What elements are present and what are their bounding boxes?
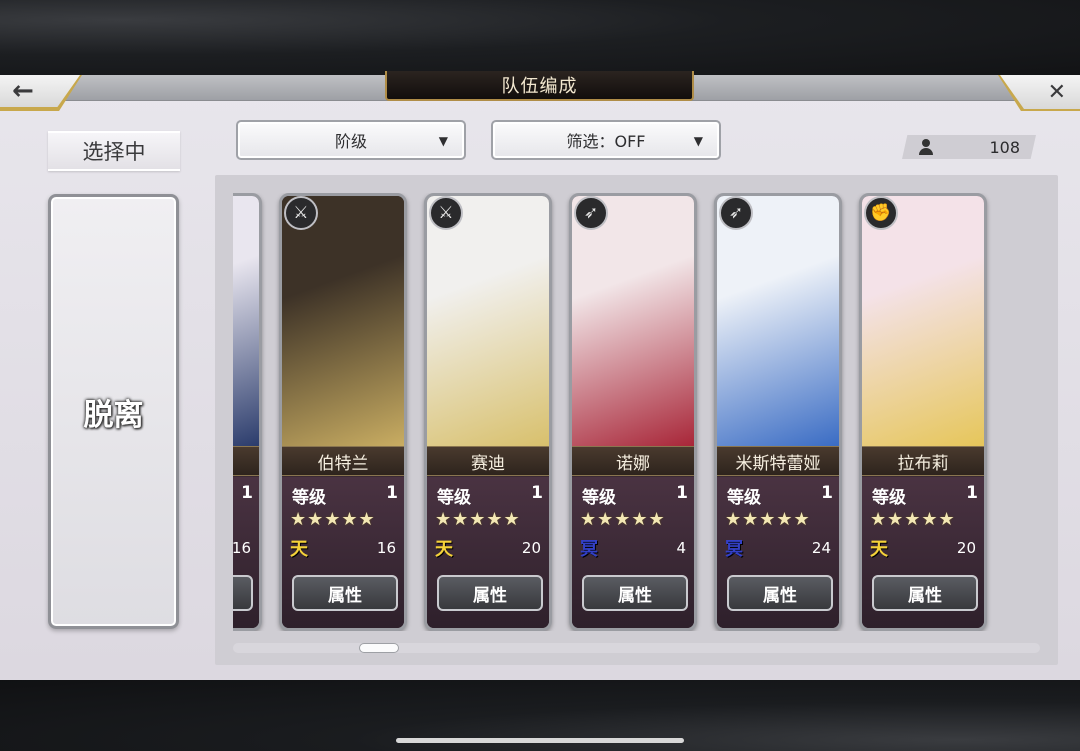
- character-name: 诺娜: [572, 446, 694, 476]
- element-value: 16: [376, 539, 396, 557]
- level-value: 1: [821, 483, 833, 503]
- star-rating: ★★★★★: [725, 509, 811, 530]
- character-info: 等级 1 ★★★★★ 冥 4 属性: [572, 477, 694, 628]
- bow-icon: ➶: [719, 196, 753, 230]
- character-portrait: [717, 196, 839, 446]
- character-card[interactable]: 萝洁塔级1★★★★16属性: [233, 193, 262, 631]
- element-row: 16: [233, 535, 251, 561]
- star-rating: ★★★★★: [870, 509, 956, 530]
- filter-label: 筛选：OFF: [566, 132, 646, 151]
- level-row: 等级 1: [437, 483, 543, 508]
- level-row: 级1: [233, 483, 253, 508]
- attribute-button[interactable]: 属性: [437, 575, 543, 611]
- element-row: 冥4: [580, 535, 686, 561]
- level-value: 1: [676, 483, 688, 503]
- element-row: 天 20: [435, 535, 541, 561]
- element-value: 20: [521, 539, 541, 557]
- character-card[interactable]: ✊ 拉布莉等级 1 ★★★★★ 天 20 属性: [859, 193, 987, 631]
- back-button[interactable]: ←: [0, 75, 80, 109]
- level-value: 1: [531, 483, 543, 503]
- attribute-button[interactable]: 属性: [292, 575, 398, 611]
- level-label: 等级: [727, 488, 761, 508]
- level-value: 1: [966, 483, 978, 503]
- unit-count-value: 108: [989, 137, 1020, 157]
- element-badge: 天: [435, 539, 453, 560]
- element-row: 天 16: [290, 535, 396, 561]
- rank-sort-dropdown[interactable]: 阶级 ▼: [236, 120, 466, 160]
- character-portrait: [233, 196, 259, 446]
- character-name: 米斯特蕾娅: [717, 446, 839, 476]
- level-row: 等级 1: [292, 483, 398, 508]
- attribute-button[interactable]: 属性: [582, 575, 688, 611]
- character-portrait: [862, 196, 984, 446]
- element-badge: 冥: [580, 539, 598, 560]
- character-portrait: [572, 196, 694, 446]
- element-row: 冥 24: [725, 535, 831, 561]
- level-label: 等级: [292, 488, 326, 508]
- scrollbar-thumb[interactable]: [359, 643, 399, 653]
- character-card[interactable]: ➶ 诺娜 等级 1 ★★★★★ 冥 4 属性: [569, 193, 697, 631]
- bow-icon: ➶: [574, 196, 608, 230]
- star-rating: ★★★★★: [435, 509, 521, 530]
- horizontal-scrollbar[interactable]: [233, 643, 1040, 653]
- home-indicator[interactable]: [396, 738, 684, 743]
- attribute-button[interactable]: 属性: [233, 575, 253, 611]
- character-name: 赛迪: [427, 446, 549, 476]
- character-info: 等级 1 ★★★★★ 天 20 属性: [862, 477, 984, 628]
- level-label: 等级: [437, 488, 471, 508]
- character-portrait: [427, 196, 549, 446]
- character-card[interactable]: ⚔ 赛迪等级 1 ★★★★★ 天 20 属性: [424, 193, 552, 631]
- selecting-label: 选择中: [48, 131, 180, 171]
- character-info: 等级 1 ★★★★★ 天 20 属性: [427, 477, 549, 628]
- chevron-down-icon: ▼: [693, 134, 703, 148]
- attribute-button[interactable]: 属性: [727, 575, 833, 611]
- filter-dropdown[interactable]: 筛选：OFF ▼: [491, 120, 721, 160]
- attribute-button[interactable]: 属性: [872, 575, 978, 611]
- card-scroll-viewport: 萝洁塔级1★★★★16属性⚔伯特兰等级1★★★★★天16属性⚔赛迪等级1★★★★…: [233, 193, 1040, 631]
- axe-icon: ⚔: [429, 196, 463, 230]
- star-rating: ★★★★★: [580, 509, 666, 530]
- character-card[interactable]: ➶ 米斯特蕾娅等级 1 ★★★★★ 冥 24 属性: [714, 193, 842, 631]
- level-row: 等级 1: [727, 483, 833, 508]
- character-card[interactable]: ⚔ 伯特兰等级 1 ★★★★★ 天 16 属性: [279, 193, 407, 631]
- level-value: 1: [241, 483, 253, 503]
- rank-sort-label: 阶级: [334, 132, 367, 151]
- element-row: 天 20: [870, 535, 976, 561]
- character-card-list[interactable]: 萝洁塔级1★★★★16属性⚔伯特兰等级1★★★★★天16属性⚔赛迪等级1★★★★…: [215, 175, 1058, 665]
- element-value: 24: [811, 539, 831, 557]
- axe-icon: ⚔: [284, 196, 318, 230]
- character-name: 伯特兰: [282, 446, 404, 476]
- user-icon: [918, 139, 934, 155]
- character-name: 拉布莉: [862, 446, 984, 476]
- leave-button[interactable]: 脱离: [48, 194, 179, 629]
- close-icon: ✕: [1047, 79, 1066, 105]
- star-rating: ★★★★★: [290, 509, 376, 530]
- element-badge: 冥: [725, 539, 743, 560]
- element-value: 4: [676, 539, 686, 557]
- element-badge: 天: [870, 539, 888, 560]
- element-value: 16: [233, 539, 251, 557]
- character-name: 萝洁塔: [233, 446, 259, 476]
- character-info: 级1★★★★16属性: [233, 477, 259, 628]
- level-row: 等级 1: [872, 483, 978, 508]
- character-info: 等级 1 ★★★★★ 天 16 属性: [282, 477, 404, 628]
- character-info: 等级 1 ★★★★★ 冥 24 属性: [717, 477, 839, 628]
- background-top: [0, 0, 1080, 75]
- page-title: 队伍编成: [385, 71, 694, 101]
- element-value: 20: [956, 539, 976, 557]
- unit-count-display: 108: [902, 135, 1036, 159]
- level-value: 1: [386, 483, 398, 503]
- level-label: 等级: [582, 488, 616, 508]
- team-formation-panel: ← ✕ 队伍编成 选择中 脱离 阶级 ▼ 筛选：OFF ▼ 108 萝洁塔级1 ★…: [0, 71, 1080, 680]
- level-row: 等级 1: [582, 483, 688, 508]
- chevron-down-icon: ▼: [438, 134, 448, 148]
- fist-icon: ✊: [864, 196, 898, 230]
- close-button[interactable]: ✕: [1000, 75, 1080, 109]
- element-badge: 天: [290, 539, 308, 560]
- level-label: 等级: [872, 488, 906, 508]
- character-portrait: [282, 196, 404, 446]
- back-arrow-icon: ←: [12, 76, 34, 106]
